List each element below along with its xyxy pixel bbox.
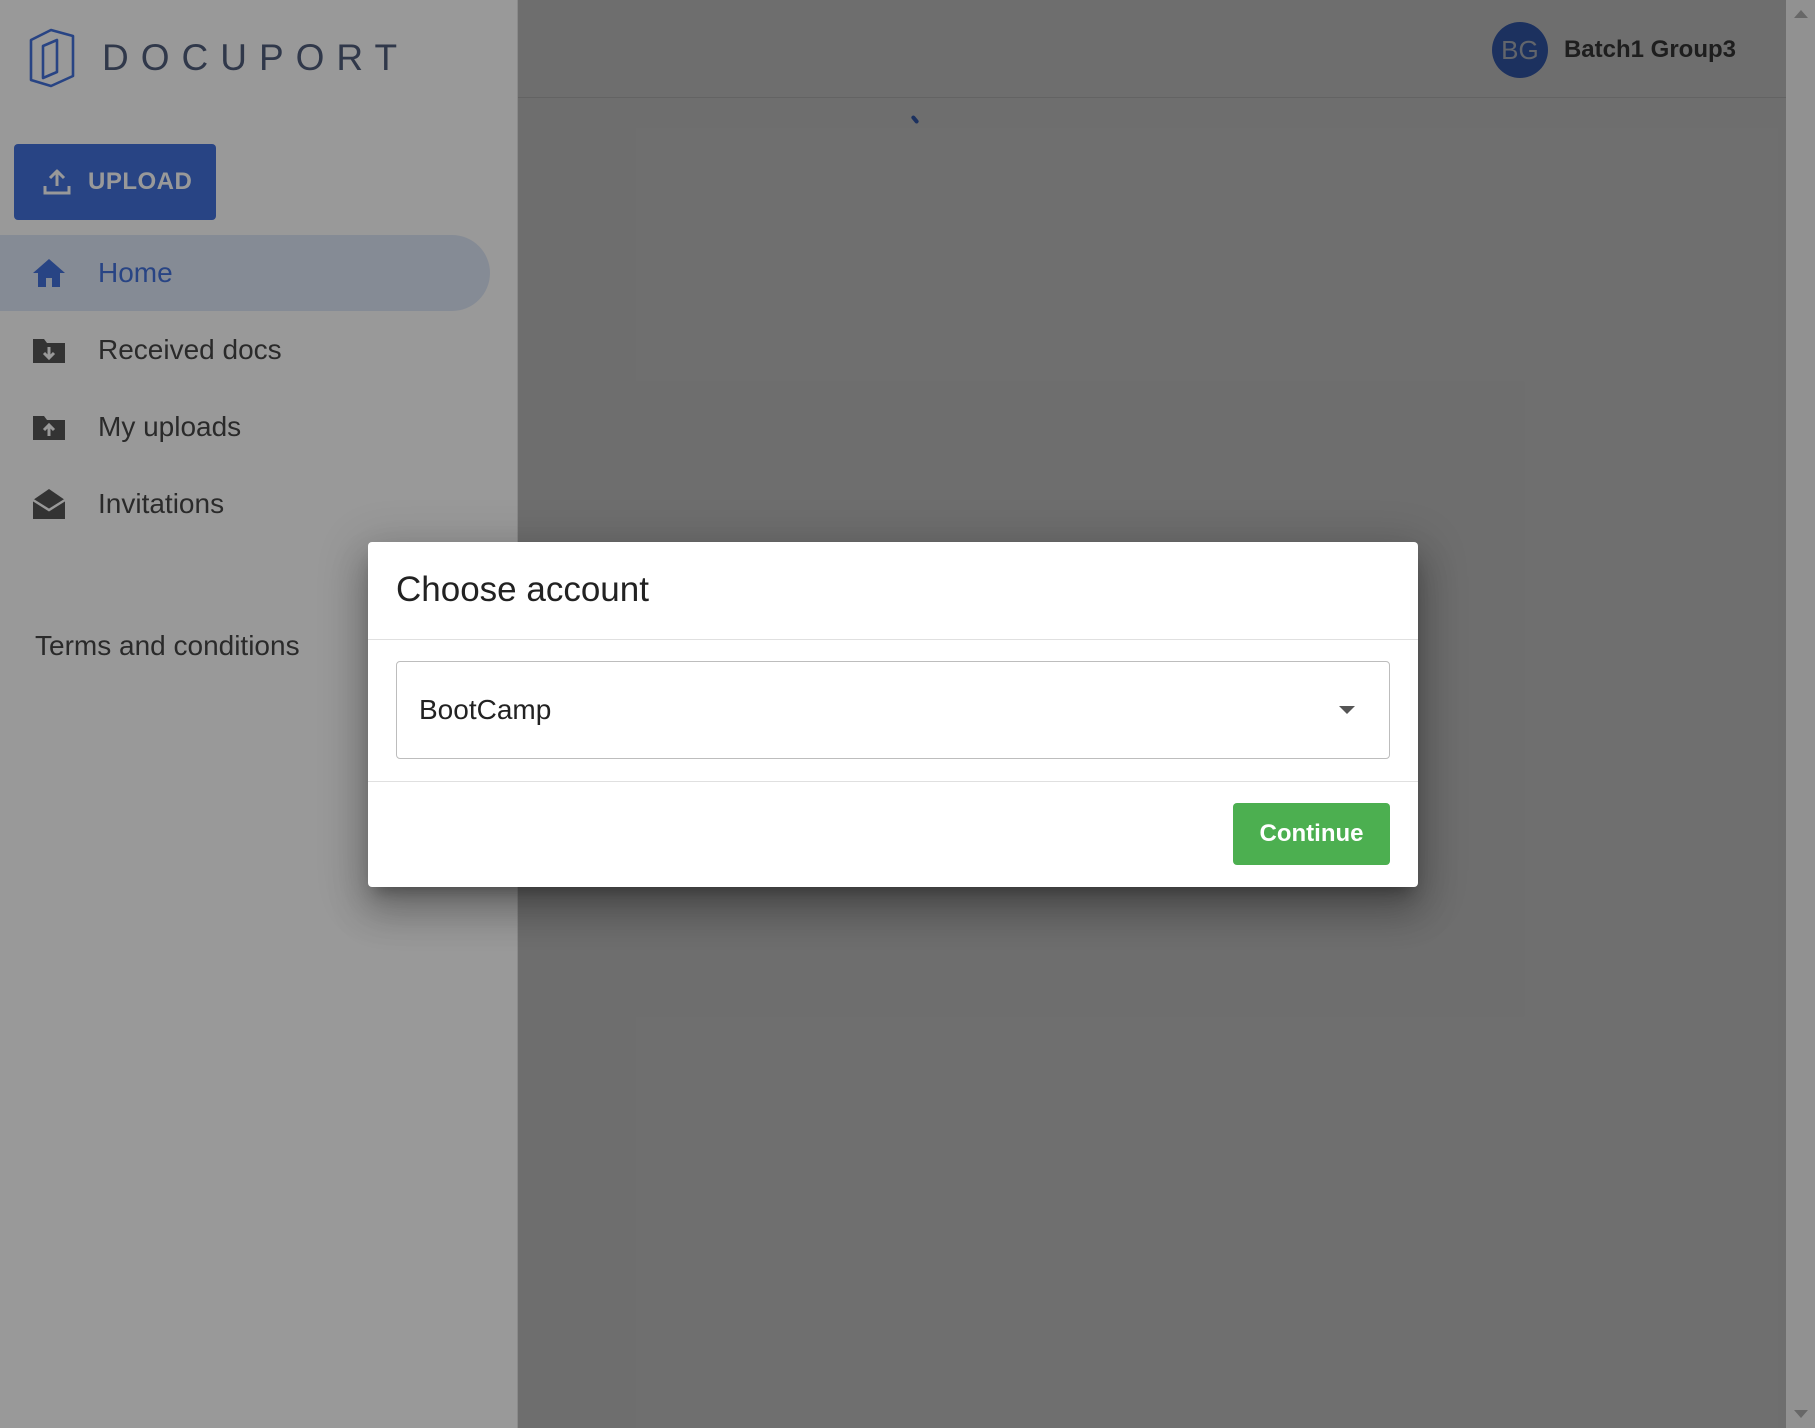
continue-button[interactable]: Continue (1233, 803, 1390, 865)
account-select-value: BootCamp (419, 694, 552, 725)
dialog-actions: Continue (368, 782, 1418, 886)
dialog-title: Choose account (368, 542, 1418, 640)
choose-account-dialog: Choose account BootCamp Continue (368, 542, 1418, 887)
chevron-down-icon (1339, 706, 1355, 714)
account-select[interactable]: BootCamp (396, 661, 1390, 759)
dialog-body: BootCamp (368, 640, 1418, 782)
